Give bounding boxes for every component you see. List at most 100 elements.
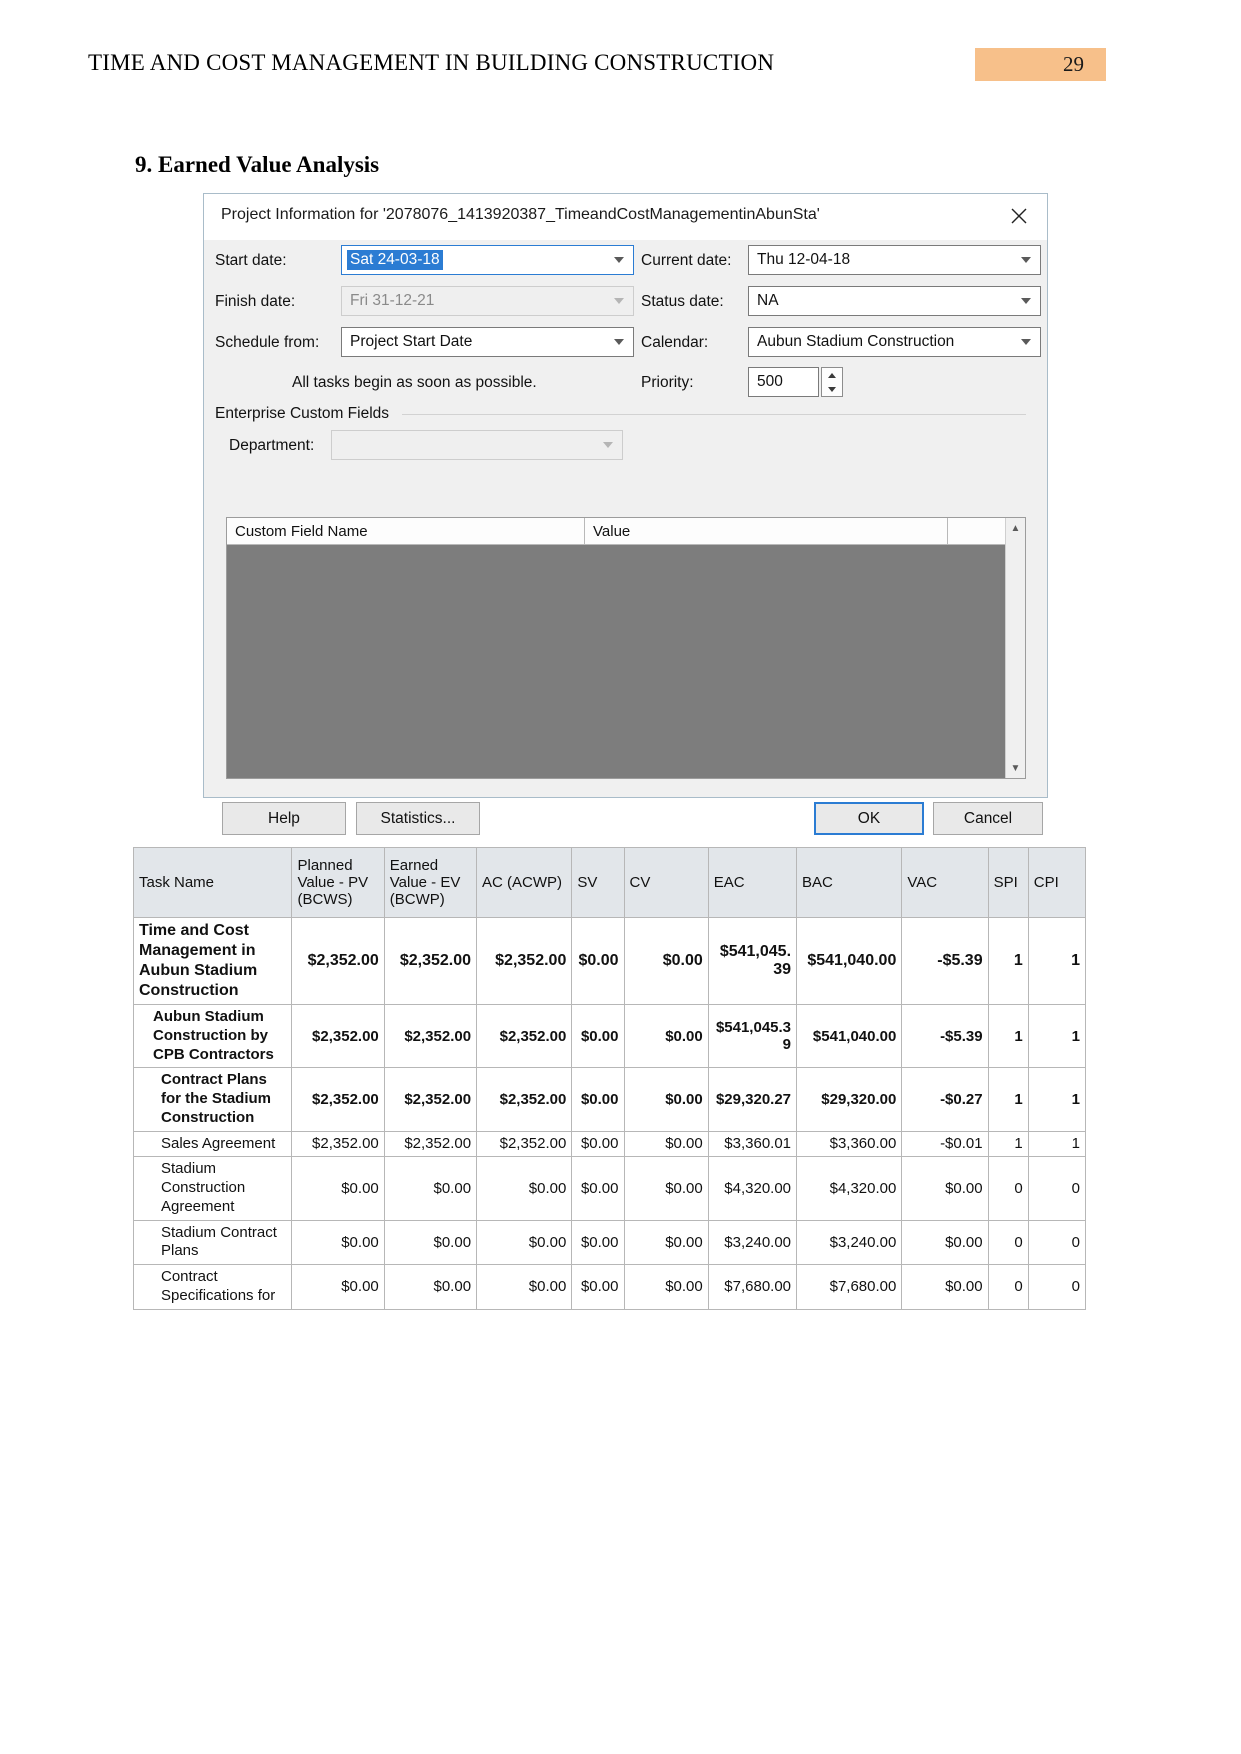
scroll-up-icon[interactable]: ▲ <box>1006 518 1025 538</box>
cell-vac: -$5.39 <box>901 1003 989 1069</box>
page-header: TIME AND COST MANAGEMENT IN BUILDING CON… <box>0 48 1241 88</box>
column-header-bac: BAC <box>796 847 903 918</box>
cell-earned-value: $2,352.00 <box>383 1130 478 1158</box>
cell-earned-value: $2,352.00 <box>383 1067 478 1132</box>
task-name-label: Stadium Contract Plans <box>161 1223 277 1260</box>
stepper-up-icon[interactable] <box>822 368 842 382</box>
cell-ac: $2,352.00 <box>476 1003 573 1069</box>
cell-vac: $0.00 <box>901 1219 989 1265</box>
start-date-input[interactable]: Sat 24-03-18 <box>341 245 634 275</box>
cell-cv: $0.00 <box>623 1003 709 1069</box>
cell-vac: -$0.27 <box>901 1067 989 1132</box>
department-select[interactable] <box>331 430 623 460</box>
calendar-select[interactable]: Aubun Stadium Construction <box>748 327 1041 357</box>
cell-planned-value: $0.00 <box>291 1264 385 1310</box>
cell-eac: $3,360.01 <box>707 1130 798 1158</box>
cell-spi: 1 <box>987 1003 1029 1069</box>
earned-value-table: Task Name Planned Value - PV (BCWS) Earn… <box>132 847 1087 1310</box>
cell-spi: 1 <box>987 1067 1029 1132</box>
statistics-button[interactable]: Statistics... <box>356 802 480 835</box>
chevron-down-icon[interactable] <box>614 257 624 263</box>
table-row: Contract Plans for the Stadium Construct… <box>132 1067 1087 1132</box>
cell-vac: -$5.39 <box>901 917 989 1005</box>
department-label: Department: <box>229 437 315 454</box>
stepper-down-icon[interactable] <box>822 382 842 396</box>
chevron-down-icon[interactable] <box>1021 257 1031 263</box>
cell-cpi: 1 <box>1027 1130 1087 1158</box>
priority-value: 500 <box>757 373 783 390</box>
status-date-label: Status date: <box>641 293 724 310</box>
dialog-body: Start date: Sat 24-03-18 Current date: T… <box>204 240 1047 835</box>
cell-ac: $2,352.00 <box>476 1130 573 1158</box>
schedule-from-value: Project Start Date <box>350 333 473 350</box>
table-header-row: Task Name Planned Value - PV (BCWS) Earn… <box>132 847 1087 918</box>
column-header-eac: EAC <box>707 847 798 918</box>
cell-bac: $541,040.00 <box>796 917 903 1005</box>
table-row: Time and Cost Management in Aubun Stadiu… <box>132 917 1087 1005</box>
cancel-button[interactable]: Cancel <box>933 802 1043 835</box>
chevron-down-icon[interactable] <box>614 339 624 345</box>
chevron-down-icon[interactable] <box>1021 339 1031 345</box>
cell-eac: $29,320.27 <box>707 1067 798 1132</box>
cell-spi: 0 <box>987 1156 1029 1221</box>
cell-cpi: 1 <box>1027 917 1087 1005</box>
close-icon[interactable] <box>999 200 1039 232</box>
cell-cv: $0.00 <box>623 1156 709 1221</box>
cell-cv: $0.00 <box>623 1130 709 1158</box>
cell-cv: $0.00 <box>623 1219 709 1265</box>
cell-spi: 1 <box>987 917 1029 1005</box>
custom-fields-grid[interactable]: Custom Field Name Value ▲ ▼ <box>226 517 1026 779</box>
cell-bac: $29,320.00 <box>796 1067 903 1132</box>
task-name-label: Aubun Stadium Construction by CPB Contra… <box>153 1008 274 1063</box>
column-header-sv: SV <box>571 847 625 918</box>
cell-eac: $4,320.00 <box>707 1156 798 1221</box>
cell-vac: -$0.01 <box>901 1130 989 1158</box>
cell-sv: $0.00 <box>571 1156 625 1221</box>
project-information-dialog: Project Information for '2078076_1413920… <box>203 193 1048 835</box>
current-date-input[interactable]: Thu 12-04-18 <box>748 245 1041 275</box>
priority-stepper[interactable] <box>821 367 843 397</box>
cell-spi: 0 <box>987 1264 1029 1310</box>
cell-earned-value: $2,352.00 <box>383 917 478 1005</box>
column-header-custom-field-name[interactable]: Custom Field Name <box>227 518 585 545</box>
cell-eac: $3,240.00 <box>707 1219 798 1265</box>
cell-planned-value: $0.00 <box>291 1219 385 1265</box>
column-header-planned-value: Planned Value - PV (BCWS) <box>291 847 385 918</box>
start-date-label: Start date: <box>215 252 287 269</box>
table-row: Sales Agreement $2,352.00 $2,352.00 $2,352.… <box>132 1130 1087 1158</box>
cell-cv: $0.00 <box>623 917 709 1005</box>
cell-cpi: 1 <box>1027 1067 1087 1132</box>
column-header-value[interactable]: Value <box>585 518 948 545</box>
scroll-down-icon[interactable]: ▼ <box>1006 758 1025 778</box>
chevron-down-icon[interactable] <box>603 442 613 448</box>
column-header-vac: VAC <box>901 847 989 918</box>
status-date-input[interactable]: NA <box>748 286 1041 316</box>
cell-vac: $0.00 <box>901 1156 989 1221</box>
grid-vertical-scrollbar[interactable]: ▲ ▼ <box>1005 518 1025 778</box>
cell-sv: $0.00 <box>571 1264 625 1310</box>
cell-planned-value: $2,352.00 <box>291 1003 385 1069</box>
chevron-down-icon <box>614 298 624 304</box>
group-divider <box>402 414 1026 415</box>
cell-eac: $541,045.39 <box>707 917 798 1005</box>
cell-bac: $541,040.00 <box>796 1003 903 1069</box>
table-row: Stadium Contract Plans $0.00 $0.00 $0.00 $0.… <box>132 1219 1087 1265</box>
status-date-value: NA <box>757 292 779 309</box>
schedule-from-select[interactable]: Project Start Date <box>341 327 634 357</box>
task-name-label: Sales Agreement <box>161 1134 276 1152</box>
all-tasks-note: All tasks begin as soon as possible. <box>292 374 537 391</box>
chevron-down-icon[interactable] <box>1021 298 1031 304</box>
page-number: 29 <box>1063 52 1084 76</box>
help-button[interactable]: Help <box>222 802 346 835</box>
priority-input[interactable]: 500 <box>748 367 819 397</box>
cell-spi: 1 <box>987 1130 1029 1158</box>
document-running-title: TIME AND COST MANAGEMENT IN BUILDING CON… <box>88 50 775 75</box>
ok-button[interactable]: OK <box>814 802 924 835</box>
start-date-value: Sat 24-03-18 <box>347 250 443 270</box>
priority-label: Priority: <box>641 374 694 391</box>
cell-earned-value: $0.00 <box>383 1156 478 1221</box>
cell-task-name: Sales Agreement <box>132 1130 293 1158</box>
task-name-label: Contract Plans for the Stadium Construct… <box>161 1071 272 1126</box>
cell-cv: $0.00 <box>623 1264 709 1310</box>
cell-cpi: 1 <box>1027 1003 1087 1069</box>
